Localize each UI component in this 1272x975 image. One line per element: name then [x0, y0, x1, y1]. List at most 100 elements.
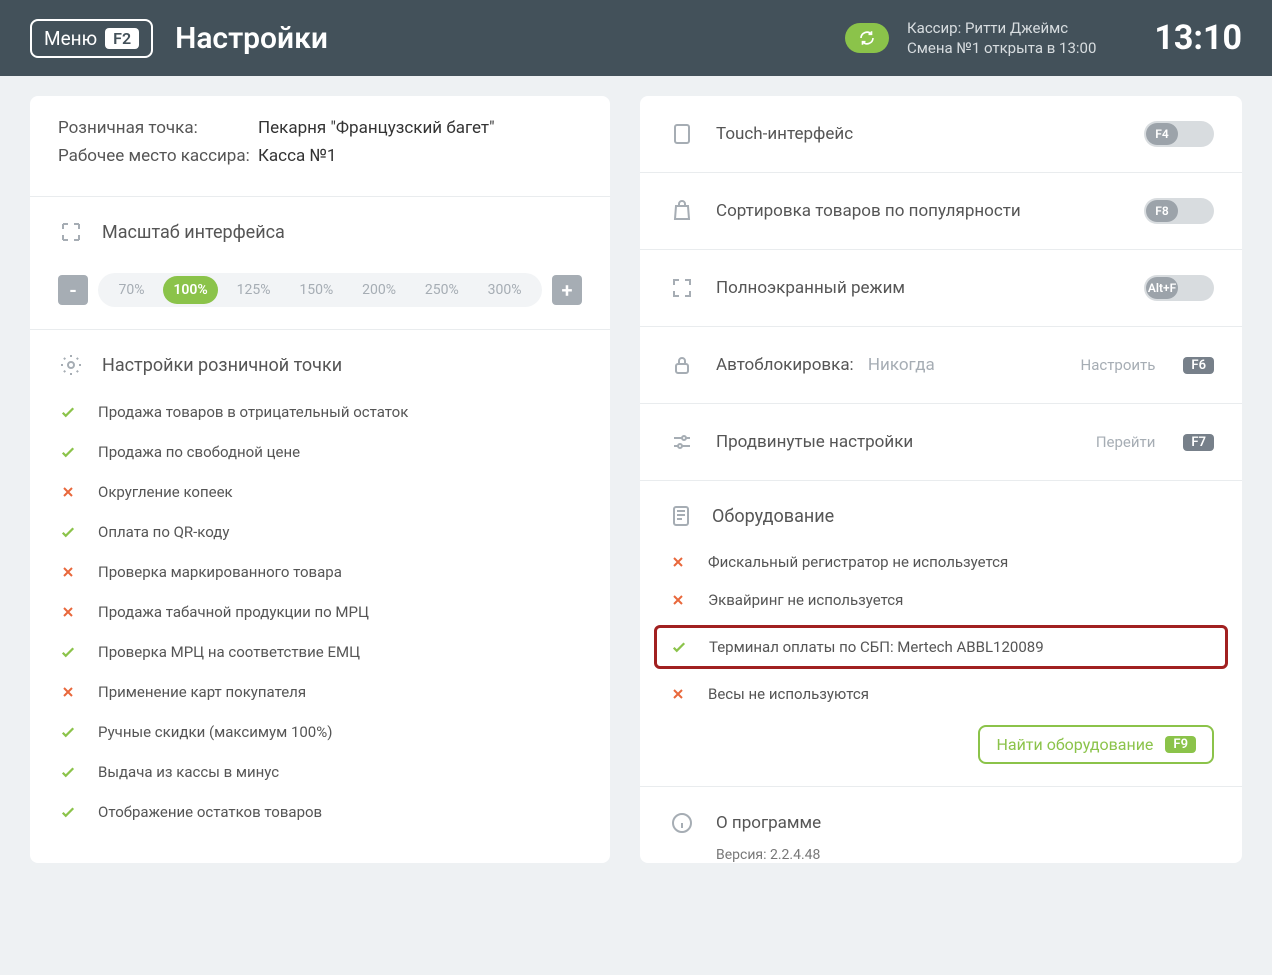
- cross-icon: [58, 684, 78, 700]
- sort-row[interactable]: Сортировка товаров по популярности F8: [640, 173, 1242, 250]
- find-key: F9: [1165, 736, 1196, 753]
- equipment-text: Терминал оплаты по СБП: Mertech ABBL1200…: [709, 638, 1044, 656]
- setting-item: Продажа табачной продукции по МРЦ: [58, 592, 582, 632]
- setting-text: Проверка маркированного товара: [98, 563, 342, 581]
- point-settings-head: Настройки розничной точки: [58, 352, 582, 378]
- header: Меню F2 Настройки Кассир: Ритти Джеймс С…: [0, 0, 1272, 76]
- equipment-head: Оборудование: [668, 503, 1214, 529]
- clock: 13:10: [1154, 18, 1242, 58]
- scale-option[interactable]: 150%: [289, 276, 343, 304]
- equipment-list: Фискальный регистратор не используетсяЭк…: [668, 543, 1214, 713]
- page-title: Настройки: [175, 21, 328, 56]
- scale-plus-button[interactable]: +: [552, 275, 582, 305]
- autolock-link[interactable]: Настроить: [1081, 356, 1156, 374]
- setting-text: Выдача из кассы в минус: [98, 763, 279, 781]
- scale-option[interactable]: 100%: [163, 276, 217, 304]
- cashier-info: Кассир: Ритти Джеймс Смена №1 открыта в …: [907, 18, 1096, 59]
- cross-icon: [58, 484, 78, 500]
- about-row[interactable]: О программе: [640, 787, 1242, 843]
- cashier-line: Кассир: Ритти Джеймс: [907, 18, 1096, 38]
- check-icon: [58, 803, 78, 821]
- retail-value: Пекарня "Французский багет": [258, 118, 495, 138]
- about-label: О программе: [716, 813, 821, 833]
- equipment-title: Оборудование: [712, 506, 834, 527]
- setting-item: Выдача из кассы в минус: [58, 752, 582, 792]
- setting-item: Оплата по QR-коду: [58, 512, 582, 552]
- scale-option[interactable]: 125%: [227, 276, 281, 304]
- scale-option[interactable]: 300%: [478, 276, 532, 304]
- check-icon: [58, 403, 78, 421]
- setting-item: Ручные скидки (максимум 100%): [58, 712, 582, 752]
- autolock-row[interactable]: Автоблокировка: Никогда Настроить F6: [640, 327, 1242, 404]
- cross-icon: [668, 686, 688, 702]
- setting-text: Ручные скидки (максимум 100%): [98, 723, 332, 741]
- fullscreen-icon: [668, 274, 696, 302]
- left-panel: Розничная точка: Пекарня "Французский ба…: [30, 96, 610, 863]
- scale-head: Масштаб интерфейса: [58, 219, 582, 245]
- info-row: Розничная точка: Пекарня "Французский ба…: [58, 118, 582, 138]
- setting-item: Продажа по свободной цене: [58, 432, 582, 472]
- check-icon: [669, 638, 689, 656]
- advanced-row[interactable]: Продвинутые настройки Перейти F7: [640, 404, 1242, 481]
- advanced-key: F7: [1183, 434, 1214, 451]
- sort-toggle[interactable]: F8: [1144, 198, 1214, 224]
- setting-item: Округление копеек: [58, 472, 582, 512]
- menu-label: Меню: [44, 27, 97, 50]
- touch-toggle[interactable]: F4: [1144, 121, 1214, 147]
- shift-line: Смена №1 открыта в 13:00: [907, 38, 1096, 58]
- fullscreen-row[interactable]: Полноэкранный режим Alt+F: [640, 250, 1242, 327]
- workplace-value: Касса №1: [258, 146, 336, 166]
- about-version: Версия: 2.2.4.48: [640, 843, 1242, 863]
- fullscreen-toggle[interactable]: Alt+F: [1144, 275, 1214, 301]
- check-icon: [58, 643, 78, 661]
- cross-icon: [58, 604, 78, 620]
- setting-item: Проверка МРЦ на соответствие ЕМЦ: [58, 632, 582, 672]
- advanced-link[interactable]: Перейти: [1096, 433, 1156, 451]
- scale-option[interactable]: 70%: [108, 276, 154, 304]
- setting-text: Проверка МРЦ на соответствие ЕМЦ: [98, 643, 360, 661]
- toggle-key: F8: [1146, 200, 1178, 222]
- setting-item: Отображение остатков товаров: [58, 792, 582, 832]
- expand-icon: [58, 219, 84, 245]
- device-icon: [668, 503, 694, 529]
- scale-track: 70% 100% 125% 150% 200% 250% 300%: [98, 273, 542, 307]
- about-section: О программе Версия: 2.2.4.48: [640, 787, 1242, 863]
- equipment-section: Оборудование Фискальный регистратор не и…: [640, 481, 1242, 787]
- check-icon: [58, 763, 78, 781]
- scale-title: Масштаб интерфейса: [102, 222, 285, 243]
- bag-icon: [668, 197, 696, 225]
- sync-cloud-icon[interactable]: [845, 23, 889, 53]
- setting-item: Применение карт покупателя: [58, 672, 582, 712]
- gear-icon: [58, 352, 84, 378]
- point-settings-title: Настройки розничной точки: [102, 355, 342, 376]
- autolock-text: Автоблокировка:: [716, 355, 854, 375]
- store-info-section: Розничная точка: Пекарня "Французский ба…: [30, 96, 610, 197]
- touch-interface-row[interactable]: Touch-интерфейс F4: [640, 96, 1242, 173]
- setting-item: Продажа товаров в отрицательный остаток: [58, 392, 582, 432]
- info-icon: [668, 809, 696, 837]
- toggle-key: F4: [1146, 123, 1178, 145]
- setting-item: Проверка маркированного товара: [58, 552, 582, 592]
- cross-icon: [668, 592, 688, 608]
- sort-label: Сортировка товаров по популярности: [716, 201, 1124, 221]
- cross-icon: [58, 564, 78, 580]
- right-panel: Touch-интерфейс F4 Сортировка товаров по…: [640, 96, 1242, 863]
- autolock-value: Никогда: [868, 355, 935, 375]
- setting-text: Округление копеек: [98, 483, 233, 501]
- autolock-key: F6: [1183, 357, 1214, 374]
- scale-row: - 70% 100% 125% 150% 200% 250% 300% +: [58, 273, 582, 307]
- info-row: Рабочее место кассира: Касса №1: [58, 146, 582, 166]
- menu-button[interactable]: Меню F2: [30, 19, 153, 58]
- find-equipment-button[interactable]: Найти оборудование F9: [978, 725, 1214, 764]
- setting-text: Оплата по QR-коду: [98, 523, 229, 541]
- scale-section: Масштаб интерфейса - 70% 100% 125% 150% 200%…: [30, 197, 610, 330]
- workplace-label: Рабочее место кассира:: [58, 146, 258, 166]
- check-icon: [58, 443, 78, 461]
- scale-minus-button[interactable]: -: [58, 275, 88, 305]
- menu-key-badge: F2: [105, 28, 139, 49]
- sliders-icon: [668, 428, 696, 456]
- tablet-icon: [668, 120, 696, 148]
- scale-option[interactable]: 250%: [415, 276, 469, 304]
- point-settings-section: Настройки розничной точки Продажа товаро…: [30, 330, 610, 854]
- scale-option[interactable]: 200%: [352, 276, 406, 304]
